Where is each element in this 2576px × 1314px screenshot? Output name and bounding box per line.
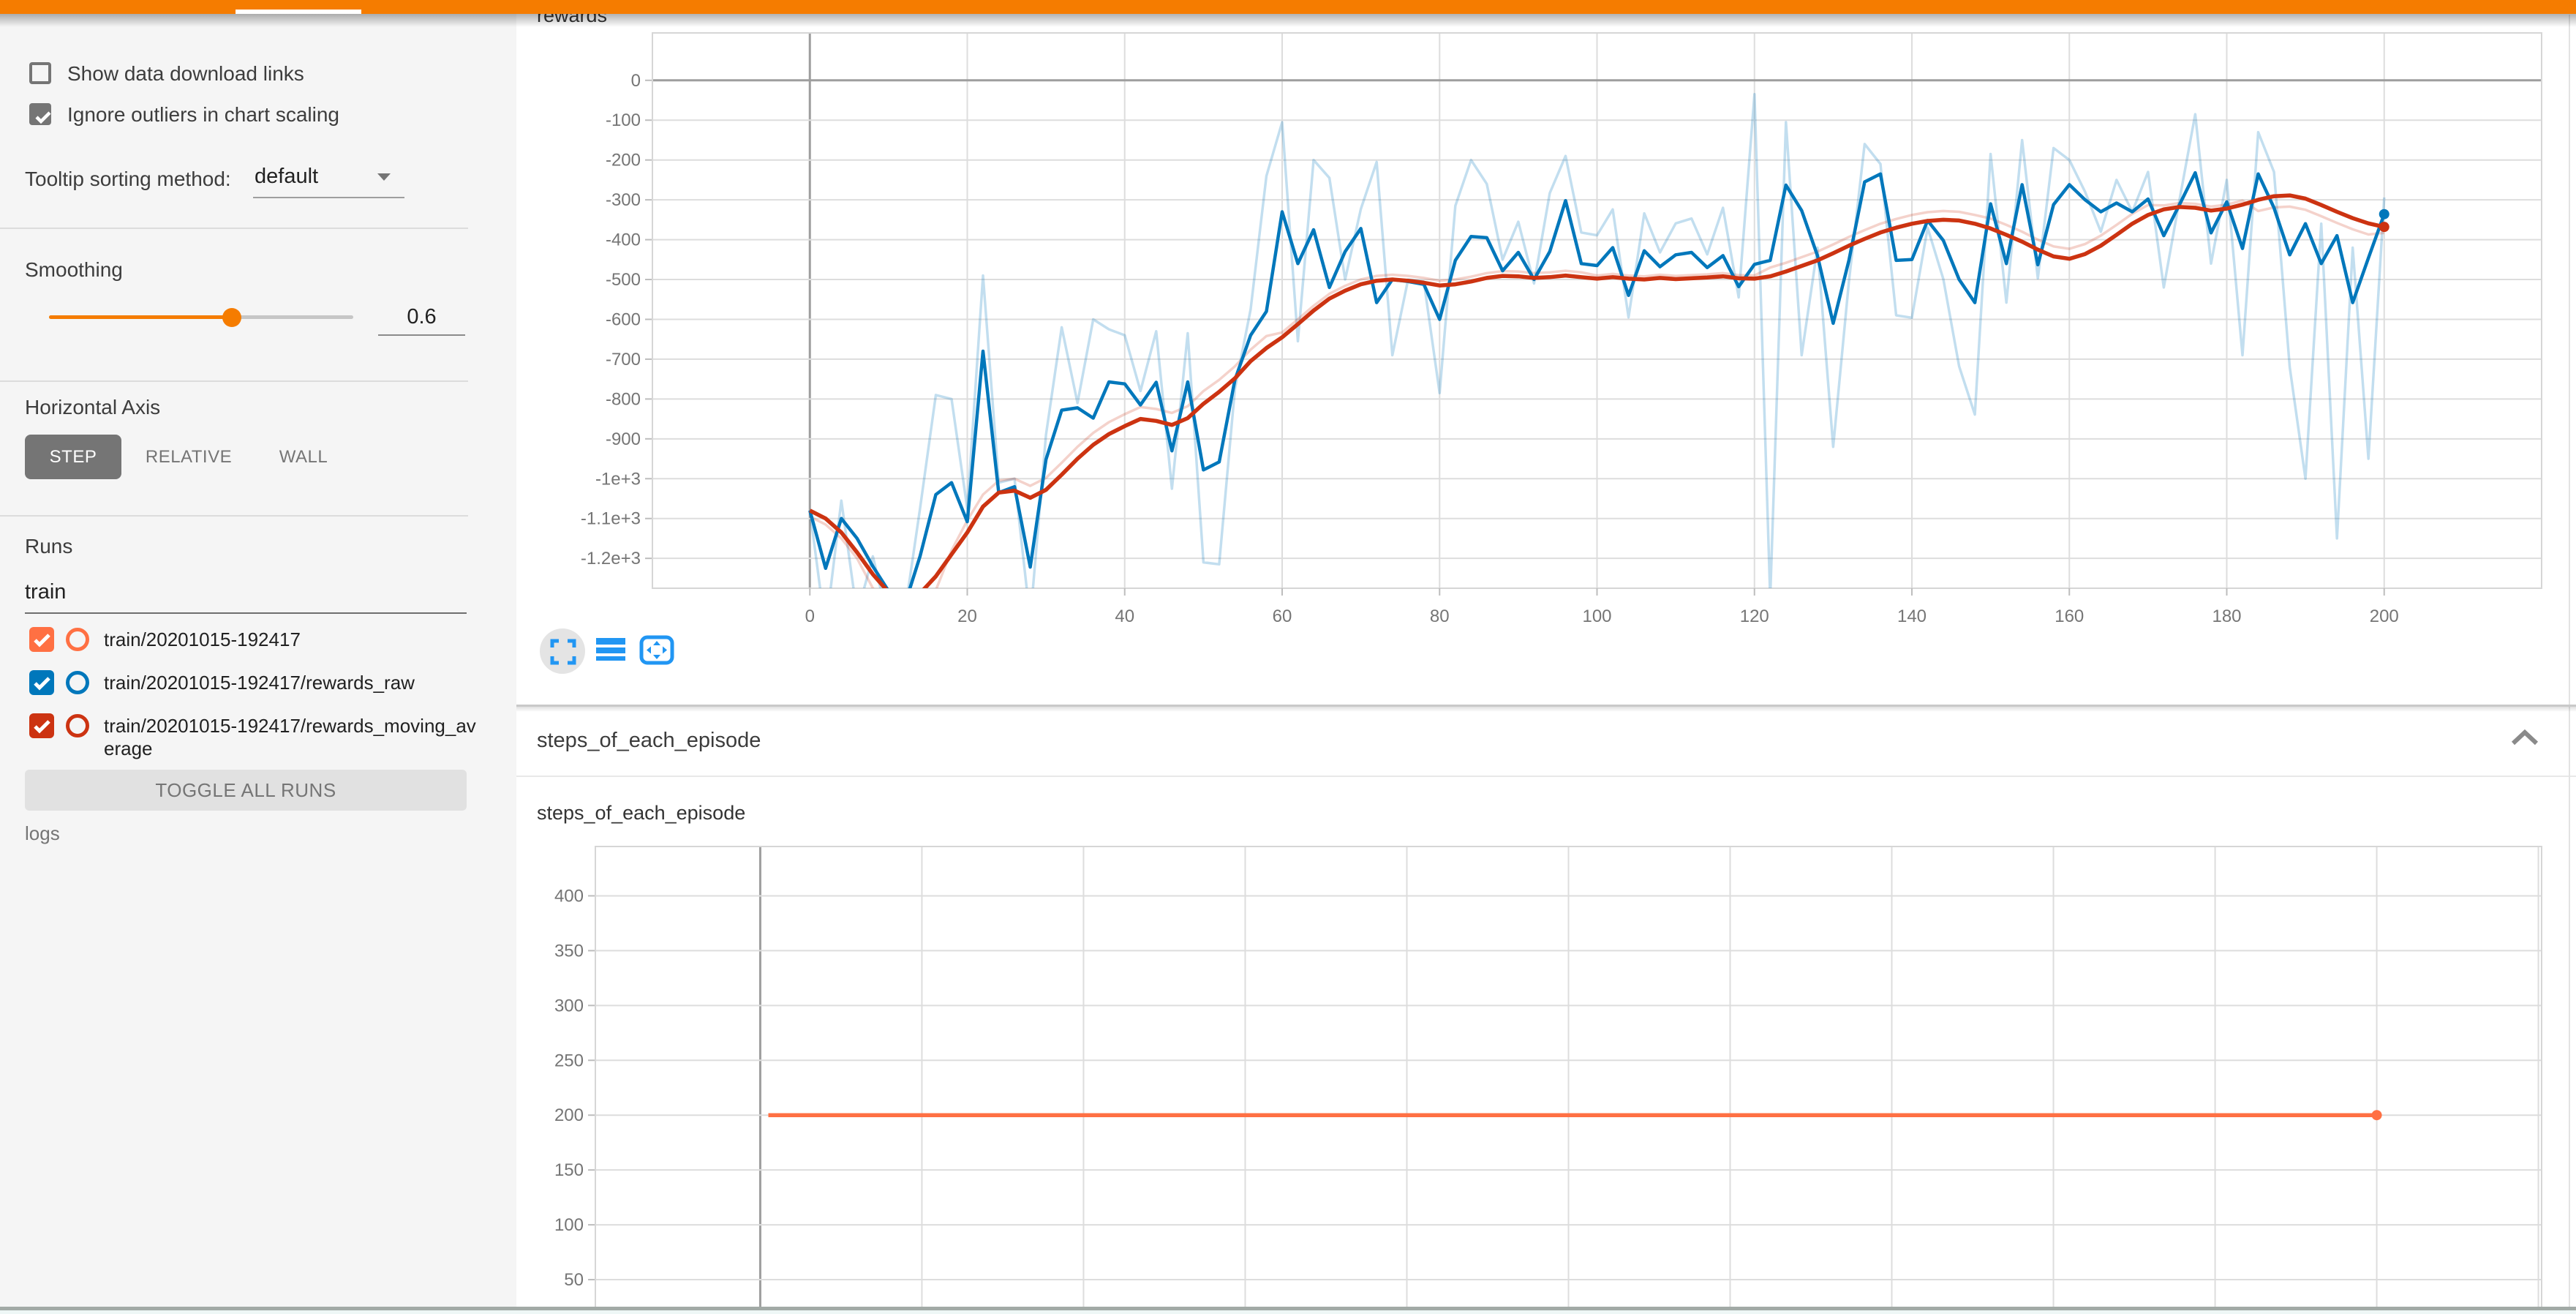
svg-text:-600: -600 bbox=[606, 309, 641, 329]
svg-text:120: 120 bbox=[1740, 607, 1769, 626]
svg-text:-800: -800 bbox=[606, 389, 641, 409]
steps-line-chart[interactable]: 400 350 300 250 200 150 100 50 bbox=[499, 841, 2576, 1308]
toggle-all-runs-button[interactable]: TOGGLE ALL RUNS bbox=[25, 770, 467, 811]
show-data-download-links-checkbox[interactable] bbox=[29, 62, 51, 84]
svg-text:50: 50 bbox=[564, 1270, 584, 1290]
check-icon bbox=[31, 105, 56, 129]
svg-text:200: 200 bbox=[554, 1105, 584, 1125]
svg-text:-300: -300 bbox=[606, 190, 641, 210]
runs-section-label: Runs bbox=[25, 535, 72, 558]
run-visibility-checkbox[interactable] bbox=[29, 627, 54, 652]
svg-text:-100: -100 bbox=[606, 110, 641, 130]
section-divider-shadow bbox=[516, 707, 2576, 712]
run-filter-underline bbox=[25, 612, 467, 614]
run-visibility-checkbox[interactable] bbox=[29, 670, 54, 695]
svg-text:100: 100 bbox=[554, 1215, 584, 1235]
bottom-strip bbox=[0, 1310, 2576, 1314]
svg-text:160: 160 bbox=[2055, 607, 2084, 626]
app-header-bar bbox=[0, 0, 2576, 14]
divider bbox=[0, 228, 468, 229]
header-shadow bbox=[0, 14, 2576, 27]
svg-text:200: 200 bbox=[2370, 607, 2399, 626]
svg-text:150: 150 bbox=[554, 1160, 584, 1180]
svg-text:-1.2e+3: -1.2e+3 bbox=[581, 549, 641, 568]
chevron-down-icon[interactable] bbox=[377, 173, 391, 181]
horizontal-axis-relative-button[interactable]: RELATIVE bbox=[143, 435, 234, 479]
smoothing-value-underline bbox=[378, 334, 465, 336]
svg-text:350: 350 bbox=[554, 941, 584, 961]
rewards-line-chart[interactable]: 0 -100 -200 -300 -400 -500 -600 -700 -800 -900 -1e… bbox=[556, 29, 2576, 658]
svg-text:-700: -700 bbox=[606, 350, 641, 369]
smoothing-value-input[interactable]: 0.6 bbox=[378, 305, 465, 329]
ignore-outliers-checkbox[interactable] bbox=[29, 103, 51, 125]
run-solo-radio[interactable] bbox=[66, 671, 89, 694]
toggle-log-scale-icon[interactable] bbox=[596, 638, 625, 663]
smoothing-slider-fill bbox=[49, 315, 232, 319]
expand-chart-icon[interactable] bbox=[550, 639, 576, 665]
divider bbox=[516, 776, 2576, 777]
run-label: train/20201015-192417/rewards_moving_ave… bbox=[104, 715, 478, 760]
collapse-section-chevron-up-icon[interactable] bbox=[2509, 729, 2541, 748]
svg-text:-1e+3: -1e+3 bbox=[595, 469, 641, 489]
show-data-download-links-label: Show data download links bbox=[67, 62, 304, 86]
svg-text:0: 0 bbox=[805, 607, 815, 626]
run-solo-radio[interactable] bbox=[66, 714, 89, 737]
svg-text:80: 80 bbox=[1430, 607, 1450, 626]
svg-text:180: 180 bbox=[2212, 607, 2241, 626]
horizontal-axis-wall-button[interactable]: WALL bbox=[263, 435, 344, 479]
tooltip-sorting-label: Tooltip sorting method: bbox=[25, 168, 231, 191]
active-tab-indicator bbox=[236, 10, 361, 14]
svg-text:100: 100 bbox=[1582, 607, 1611, 626]
divider bbox=[0, 515, 468, 517]
horizontal-axis-step-button[interactable]: STEP bbox=[25, 435, 121, 479]
run-visibility-checkbox[interactable] bbox=[29, 713, 54, 738]
ignore-outliers-label: Ignore outliers in chart scaling bbox=[67, 103, 339, 127]
svg-text:20: 20 bbox=[957, 607, 977, 626]
run-filter-input[interactable]: train bbox=[25, 580, 66, 604]
fit-domain-to-data-icon[interactable] bbox=[639, 635, 674, 665]
svg-text:0: 0 bbox=[631, 71, 641, 91]
tooltip-sorting-dropdown[interactable]: default bbox=[255, 165, 318, 189]
section-header-steps-of-each-episode[interactable]: steps_of_each_episode bbox=[537, 729, 761, 753]
svg-text:-900: -900 bbox=[606, 429, 641, 449]
svg-text:400: 400 bbox=[554, 886, 584, 906]
svg-text:-200: -200 bbox=[606, 151, 641, 170]
card-right-edge bbox=[2569, 15, 2570, 1308]
divider bbox=[0, 380, 468, 382]
smoothing-slider-thumb[interactable] bbox=[222, 308, 241, 327]
svg-text:40: 40 bbox=[1115, 607, 1134, 626]
horizontal-axis-label: Horizontal Axis bbox=[25, 396, 160, 419]
run-label: train/20201015-192417 bbox=[104, 628, 478, 651]
run-label: train/20201015-192417/rewards_raw bbox=[104, 672, 478, 694]
svg-text:60: 60 bbox=[1273, 607, 1292, 626]
smoothing-label: Smoothing bbox=[25, 258, 123, 282]
svg-text:140: 140 bbox=[1897, 607, 1927, 626]
svg-text:-400: -400 bbox=[606, 230, 641, 250]
settings-sidebar: Show data download links Ignore outliers… bbox=[0, 14, 516, 1307]
tooltip-sorting-underline bbox=[253, 197, 404, 198]
svg-text:-1.1e+3: -1.1e+3 bbox=[581, 509, 641, 529]
svg-text:-500: -500 bbox=[606, 270, 641, 290]
run-solo-radio[interactable] bbox=[66, 628, 89, 651]
steps-chart-title: steps_of_each_episode bbox=[537, 802, 745, 825]
tensorboard-app: Show data download links Ignore outliers… bbox=[0, 0, 2576, 1314]
svg-text:250: 250 bbox=[554, 1051, 584, 1070]
svg-text:300: 300 bbox=[554, 996, 584, 1015]
logs-path-label: logs bbox=[25, 822, 60, 845]
